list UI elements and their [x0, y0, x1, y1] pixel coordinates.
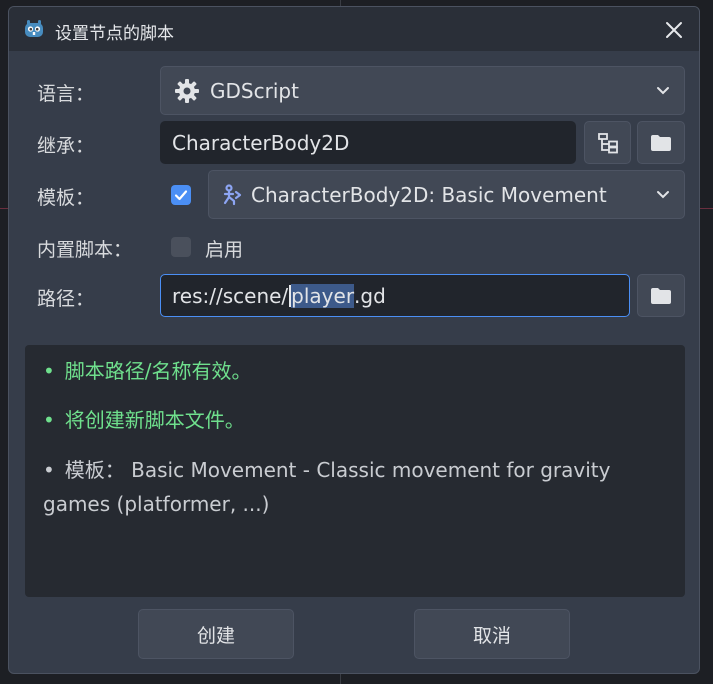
message-text: 模板： Basic Movement - Classic movement fo… — [43, 458, 611, 516]
message-path-valid: • 脚本路径/名称有效。 — [43, 354, 252, 388]
status-messages-panel: • 脚本路径/名称有效。 • 将创建新脚本文件。 • 模板： Basic Moveme… — [25, 345, 685, 597]
create-button[interactable]: 创建 — [138, 609, 294, 659]
path-selected-text: player — [291, 283, 355, 308]
browse-path-button[interactable] — [637, 274, 685, 317]
language-select[interactable]: GDScript — [160, 66, 685, 115]
language-value: GDScript — [210, 78, 299, 103]
cancel-button[interactable]: 取消 — [414, 609, 570, 659]
message-bullet: • — [43, 359, 55, 383]
chevron-down-icon — [657, 190, 669, 198]
path-prefix: res://scene/ — [172, 283, 289, 308]
inherits-label: 继承： — [37, 135, 95, 157]
message-text: 将创建新脚本文件。 — [64, 408, 245, 432]
builtin-script-label: 内置脚本： — [37, 239, 133, 261]
chevron-down-icon — [657, 86, 669, 94]
template-value: CharacterBody2D: Basic Movement — [251, 182, 607, 207]
builtin-script-checkbox[interactable] — [171, 237, 191, 257]
dialog-title: 设置节点的脚本 — [55, 24, 174, 44]
template-label: 模板： — [37, 187, 95, 209]
checkmark-icon — [174, 190, 188, 201]
path-suffix: .gd — [354, 283, 386, 308]
folder-icon — [651, 287, 671, 304]
path-input[interactable]: res://scene/player .gd — [160, 274, 630, 317]
template-select[interactable]: CharacterBody2D: Basic Movement — [208, 170, 685, 219]
gear-icon — [175, 79, 199, 103]
inherits-input[interactable]: CharacterBody2D — [160, 121, 576, 164]
language-label: 语言： — [37, 83, 95, 105]
message-bullet: • — [43, 408, 55, 432]
inherits-value: CharacterBody2D — [172, 130, 350, 155]
builtin-enable-label[interactable]: 启用 — [205, 235, 243, 262]
path-label: 路径： — [37, 288, 95, 310]
attach-script-dialog: 设置节点的脚本 语言： GDScript 继承： CharacterBody2D… — [8, 6, 700, 674]
browse-inherit-file-button[interactable] — [637, 121, 685, 164]
character-body-icon — [223, 184, 242, 206]
dialog-titlebar: 设置节点的脚本 — [9, 7, 699, 51]
folder-icon — [651, 134, 671, 151]
class-tree-icon — [597, 132, 618, 153]
message-new-file: • 将创建新脚本文件。 — [43, 403, 245, 437]
message-bullet: • — [43, 458, 55, 482]
message-template-info: • 模板： Basic Movement - Classic movement f… — [43, 453, 643, 521]
message-text: 脚本路径/名称有效。 — [64, 359, 252, 383]
close-icon[interactable] — [661, 17, 687, 43]
browse-class-button[interactable] — [584, 121, 631, 164]
godot-logo-icon — [25, 20, 43, 37]
template-checkbox[interactable] — [171, 185, 191, 205]
